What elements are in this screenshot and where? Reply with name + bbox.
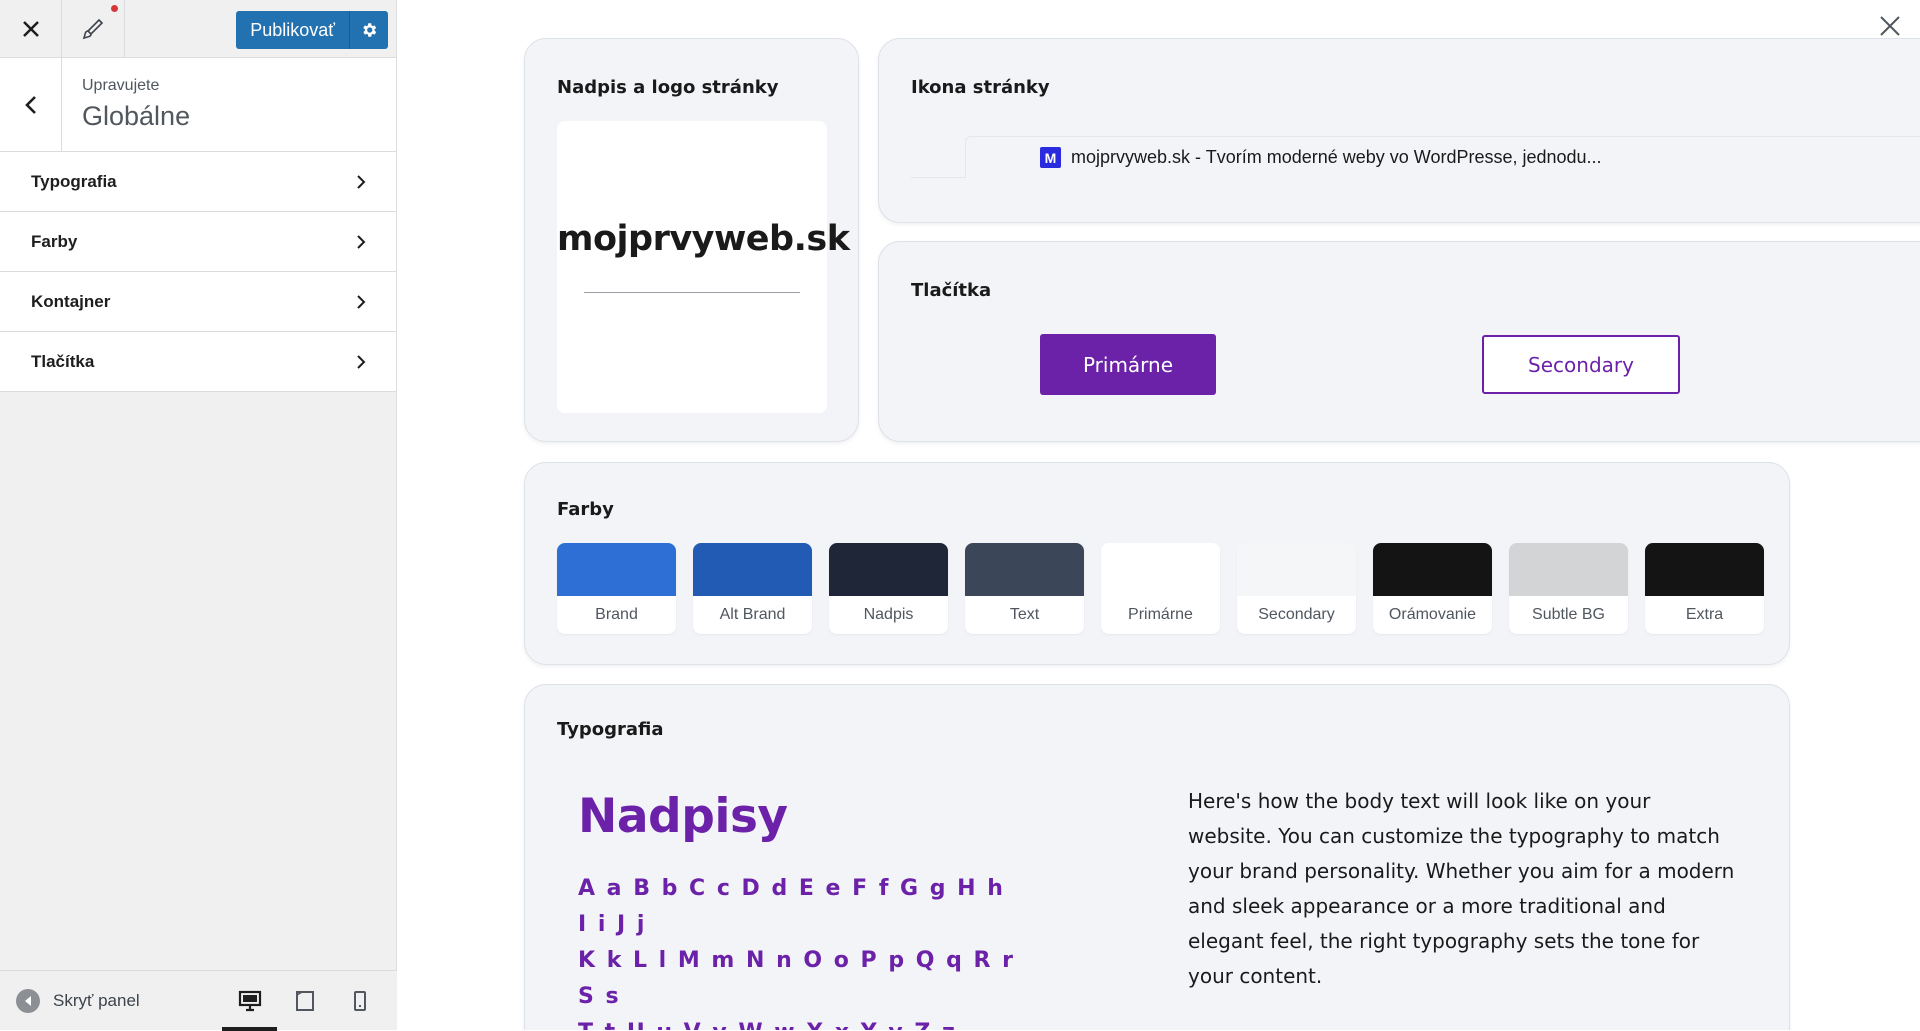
customizer-footer: Skryť panel bbox=[0, 970, 397, 1031]
close-customizer-button[interactable] bbox=[0, 0, 62, 57]
browser-tab-preview: M mojprvyweb.sk - Tvorím moderné weby vo… bbox=[965, 136, 1920, 178]
swatch-label: Nadpis bbox=[863, 606, 914, 623]
card-title: Typografia bbox=[557, 719, 664, 740]
tablet-icon bbox=[295, 990, 314, 1011]
style-preview: Nadpis a logo stránky mojprvyweb.sk Ikon… bbox=[397, 0, 1920, 1030]
editing-label: Upravujete bbox=[82, 77, 160, 94]
typography-card: Typografia Nadpisy A a B b C c D d E e F… bbox=[524, 684, 1790, 1030]
secondary-button-preview[interactable]: Secondary bbox=[1482, 335, 1680, 394]
collapse-label: Skryť panel bbox=[53, 990, 140, 1010]
menu-item-label: Tlačítka bbox=[31, 351, 95, 371]
swatch-label: Orámovanie bbox=[1388, 606, 1477, 623]
device-switcher bbox=[222, 971, 387, 1031]
chevron-right-icon bbox=[357, 234, 366, 249]
swatch-label: Brand bbox=[595, 606, 638, 623]
menu-item-farby[interactable]: Farby bbox=[0, 212, 396, 272]
card-title: Farby bbox=[557, 499, 614, 520]
collapse-sidebar-button[interactable]: Skryť panel bbox=[0, 988, 140, 1013]
close-icon[interactable] bbox=[1878, 14, 1902, 38]
swatch-label: Extra bbox=[1685, 606, 1724, 623]
buttons-card: Tlačítka Primárne Secondary bbox=[878, 241, 1920, 442]
desktop-icon bbox=[238, 990, 261, 1011]
device-desktop-button[interactable] bbox=[222, 971, 277, 1031]
section-title-group: Upravujete Globálne bbox=[62, 58, 210, 151]
color-swatch[interactable]: Text bbox=[965, 543, 1084, 634]
swatch-color bbox=[1509, 543, 1628, 596]
color-swatch[interactable]: Secondary bbox=[1237, 543, 1356, 634]
swatch-color bbox=[557, 543, 676, 596]
color-swatch[interactable]: Alt Brand bbox=[693, 543, 812, 634]
swatch-color bbox=[965, 543, 1084, 596]
chevron-right-icon bbox=[357, 354, 366, 369]
back-arrow-icon bbox=[24, 95, 36, 114]
device-tablet-button[interactable] bbox=[277, 971, 332, 1031]
primary-button-preview[interactable]: Primárne bbox=[1040, 334, 1216, 395]
notification-dot bbox=[111, 5, 118, 12]
menu-item-tlacitka[interactable]: Tlačítka bbox=[0, 332, 396, 392]
swatch-label: Alt Brand bbox=[719, 606, 786, 623]
close-icon bbox=[22, 20, 39, 37]
site-name: mojprvyweb.sk bbox=[557, 219, 850, 259]
menu-item-label: Farby bbox=[31, 231, 78, 251]
menu-item-label: Typografia bbox=[31, 171, 117, 191]
alphabet-sample: A a B b C c D d E e F f G g H h I i J j … bbox=[578, 871, 1018, 1030]
heading-sample: Nadpisy bbox=[578, 789, 788, 844]
swatch-label: Secondary bbox=[1258, 606, 1335, 623]
card-title: Nadpis a logo stránky bbox=[557, 77, 779, 98]
gear-icon bbox=[363, 23, 377, 37]
swatch-color bbox=[1237, 543, 1356, 596]
device-mobile-button[interactable] bbox=[332, 971, 387, 1031]
section-header: Upravujete Globálne bbox=[0, 58, 396, 152]
swatch-color bbox=[1101, 543, 1220, 596]
color-swatch[interactable]: Brand bbox=[557, 543, 676, 634]
swatch-color bbox=[829, 543, 948, 596]
color-swatches: Brand Alt Brand Nadpis Text Primárne Sec… bbox=[557, 543, 1764, 634]
menu-item-kontajner[interactable]: Kontajner bbox=[0, 272, 396, 332]
logo-preview: mojprvyweb.sk bbox=[557, 121, 850, 413]
section-title: Globálne bbox=[82, 101, 191, 131]
card-title: Ikona stránky bbox=[911, 77, 1050, 98]
menu-item-label: Kontajner bbox=[31, 291, 111, 311]
swatch-color bbox=[1645, 543, 1764, 596]
alphabet-line: T t U u V v W w X x Y y Z z bbox=[578, 1015, 1018, 1030]
color-swatch[interactable]: Orámovanie bbox=[1373, 543, 1492, 634]
color-swatch[interactable]: Extra bbox=[1645, 543, 1764, 634]
chevron-right-icon bbox=[357, 174, 366, 189]
site-title-logo-card: Nadpis a logo stránky mojprvyweb.sk bbox=[524, 38, 859, 442]
customizer-sidebar: Publikovať Upravujete Globálne Typografi… bbox=[0, 0, 397, 1031]
favicon-icon: M bbox=[1040, 147, 1061, 168]
brush-icon bbox=[82, 18, 104, 39]
color-swatch[interactable]: Primárne bbox=[1101, 543, 1220, 634]
swatch-label: Subtle BG bbox=[1532, 606, 1605, 623]
customizer-topbar: Publikovať bbox=[0, 0, 396, 58]
theme-styles-button[interactable] bbox=[62, 0, 125, 57]
colors-card: Farby Brand Alt Brand Nadpis Text Primár… bbox=[524, 462, 1790, 665]
color-swatch[interactable]: Subtle BG bbox=[1509, 543, 1628, 634]
alphabet-line: A a B b C c D d E e F f G g H h I i J j bbox=[578, 876, 1005, 937]
publish-button-group: Publikovať bbox=[236, 11, 388, 49]
site-icon-card: Ikona stránky M mojprvyweb.sk - Tvorím m… bbox=[878, 38, 1920, 223]
body-text-sample: Here's how the body text will look like … bbox=[1188, 789, 1735, 988]
mobile-icon bbox=[353, 990, 366, 1011]
swatch-label: Primárne bbox=[1128, 606, 1193, 623]
publish-button[interactable]: Publikovať bbox=[236, 11, 350, 49]
back-button[interactable] bbox=[0, 58, 62, 151]
collapse-arrow-icon bbox=[16, 988, 40, 1013]
menu-item-typografia[interactable]: Typografia bbox=[0, 152, 396, 212]
logo-underline bbox=[584, 292, 800, 293]
swatch-color bbox=[1373, 543, 1492, 596]
tab-title: mojprvyweb.sk - Tvorím moderné weby vo W… bbox=[1071, 147, 1602, 167]
color-swatch[interactable]: Nadpis bbox=[829, 543, 948, 634]
chevron-right-icon bbox=[357, 294, 366, 309]
swatch-label: Text bbox=[1009, 606, 1040, 623]
alphabet-line: K k L l M m N n O o P p Q q R r S s bbox=[578, 948, 1015, 1009]
swatch-color bbox=[693, 543, 812, 596]
publish-settings-button[interactable] bbox=[350, 11, 388, 49]
card-title: Tlačítka bbox=[911, 280, 992, 301]
